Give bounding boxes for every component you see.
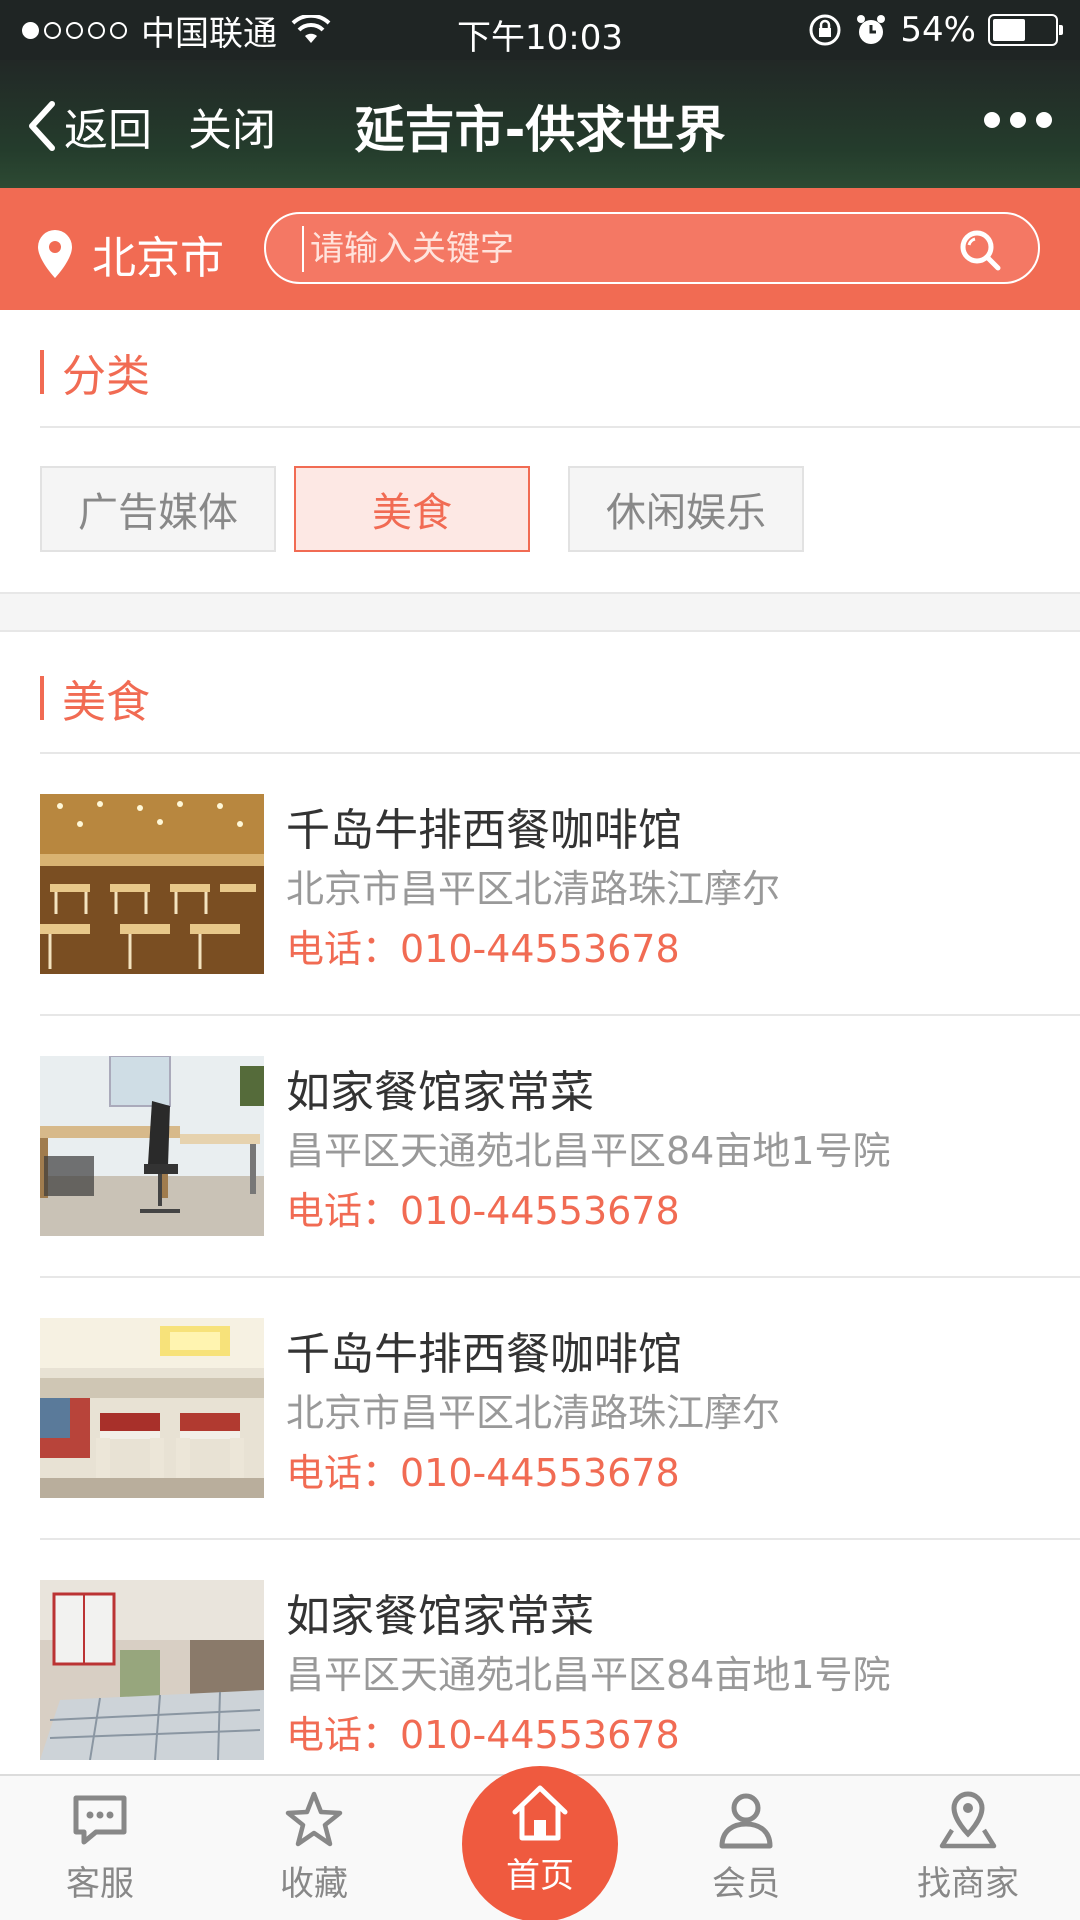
restaurant-hall-image [40,794,264,974]
tab-favorites[interactable]: 收藏 [224,1790,404,1905]
search-box[interactable] [264,212,1040,284]
category-header: 分类 [40,340,150,404]
section-marker [40,676,44,720]
search-bar: 北京市 [0,188,1080,310]
category-title: 分类 [62,351,150,402]
city-label: 北京市 [92,233,224,284]
tab-label: 客服 [66,1864,134,1904]
listing-name: 如家餐馆家常菜 [286,1067,594,1118]
tab-label: 收藏 [280,1864,348,1904]
home-icon [512,1785,568,1841]
divider [40,426,1080,428]
listing-phone[interactable]: 电话：010-44553678 [286,1180,680,1235]
section-marker [40,350,44,394]
city-selector[interactable]: 北京市 [36,222,224,286]
tab-home[interactable]: 首页 [462,1766,618,1920]
listing-header: 美食 [40,666,150,730]
more-icon[interactable] [984,112,1052,128]
status-right: 54% [808,10,1063,50]
listing-name: 千岛牛排西餐咖啡馆 [286,1329,682,1380]
list-item[interactable]: 千岛牛排西餐咖啡馆 北京市昌平区北清路珠江摩尔 电话：010-44553678 [0,1278,1080,1540]
listing-address: 北京市昌平区北清路珠江摩尔 [286,1391,781,1435]
listing-title: 美食 [62,677,150,728]
status-bar: 中国联通 下午10:03 54% [0,0,1080,60]
search-input[interactable] [302,226,942,272]
room-desk-image [40,1056,264,1236]
listing-phone[interactable]: 电话：010-44553678 [286,918,680,973]
category-chip[interactable]: 广告媒体 [40,466,276,552]
category-chip[interactable]: 休闲娱乐 [568,466,804,552]
bedroom-image [40,1580,264,1760]
search-icon[interactable] [958,228,1002,272]
tab-label: 首页 [506,1856,574,1896]
listing-phone[interactable]: 电话：010-44553678 [286,1704,680,1759]
list-item[interactable]: 如家餐馆家常菜 昌平区天通苑北昌平区84亩地1号院 电话：010-4455367… [0,1540,1080,1802]
listing-address: 北京市昌平区北清路珠江摩尔 [286,867,781,911]
tab-label: 找商家 [917,1864,1019,1904]
listing-phone[interactable]: 电话：010-44553678 [286,1442,680,1497]
chat-icon [73,1795,127,1845]
user-icon [719,1793,773,1849]
section-gap [0,592,1080,632]
tab-label: 会员 [712,1864,780,1904]
map-pin-icon [939,1791,997,1849]
dining-room-image [40,1318,264,1498]
tab-find-merchant[interactable]: 找商家 [878,1790,1058,1905]
list-item[interactable]: 如家餐馆家常菜 昌平区天通苑北昌平区84亩地1号院 电话：010-4455367… [0,1016,1080,1278]
nav-bar: 返回 关闭 延吉市-供求世界 [0,60,1080,188]
listing-name: 如家餐馆家常菜 [286,1591,594,1642]
category-chip-active[interactable]: 美食 [294,466,530,552]
alarm-icon [857,15,886,44]
listing-name: 千岛牛排西餐咖啡馆 [286,805,682,856]
listing-address: 昌平区天通苑北昌平区84亩地1号院 [286,1129,891,1173]
listing-address: 昌平区天通苑北昌平区84亩地1号院 [286,1653,891,1697]
battery-icon [988,14,1063,46]
page-title: 延吉市-供求世界 [354,101,726,159]
location-pin-icon [38,230,72,278]
tab-customer-service[interactable]: 客服 [10,1790,190,1905]
tab-member[interactable]: 会员 [656,1790,836,1905]
star-icon [285,1791,343,1847]
rotation-lock-icon [809,14,841,46]
list-item[interactable]: 千岛牛排西餐咖啡馆 北京市昌平区北清路珠江摩尔 电话：010-44553678 [0,754,1080,1016]
battery-percent: 54% [900,10,976,50]
